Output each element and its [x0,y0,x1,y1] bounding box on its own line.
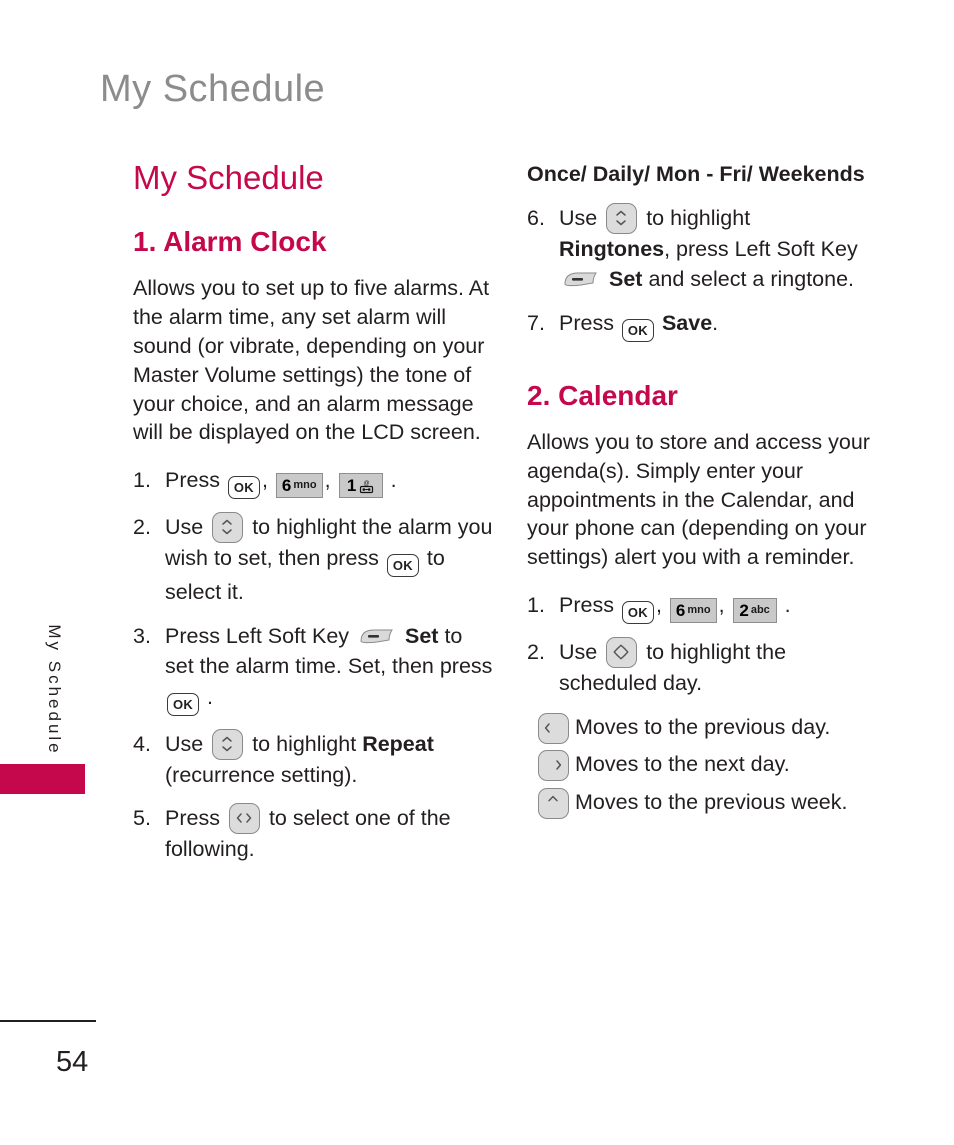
list-item-text: Moves to the next day. [575,752,790,777]
2-abc-key-icon: 2 abc [732,598,777,623]
step-text: Press [559,310,614,335]
step-number: 3. [133,623,151,648]
step-text: Press Left Soft Key [165,623,350,648]
step-item: 2. Use to highlight the alarm you wish t… [133,512,493,608]
four-way-nav-key-icon [606,637,638,668]
step-number: 4. [133,731,151,756]
list-item-text: Moves to the previous day. [575,714,831,739]
step-item: 7. Press OK Save. [527,308,887,342]
up-down-nav-key-icon [212,728,244,760]
step-number: 2. [133,515,151,540]
step-number: 5. [133,806,151,831]
step-bold-label: Repeat [362,731,434,756]
step-bold-label: Ringtones [559,236,665,261]
voicemail-glyph-icon: @ [359,476,374,494]
step-number: 1. [133,468,151,493]
step-text: Use [559,640,598,664]
list-item-text: Moves to the previous week. [575,789,848,814]
step-text: Press [165,806,220,831]
step-number: 6. [527,205,545,230]
step-item: 1. Press OK, 6 mno, 2 abc . [527,590,887,624]
list-item: Moves to the previous week. [527,787,887,819]
1-voicemail-key-icon: 1 @ [338,473,383,499]
step-text-end: (recurrence setting). [165,762,358,787]
step-text-mid: to highlight [252,731,357,756]
step-text-end: and select a ringtone. [648,267,855,292]
running-head: My Schedule [100,68,326,110]
up-down-nav-key-icon [606,202,638,234]
heading-alarm-clock: 1. Alarm Clock [133,226,327,258]
calendar-steps: 1. Press OK, 6 mno, 2 abc . 2. Use to high… [527,590,887,699]
comma: , [261,468,268,493]
step-number: 2. [527,640,545,664]
left-right-nav-key-icon [228,803,260,835]
comma: , [718,593,725,617]
alarm-clock-steps-continued: 6. Use to highlight Ringtones, press Lef… [527,202,887,342]
step-item: 1. Press OK, 6 mno, 1 @ . [133,465,493,500]
left-arrow-nav-key-icon [535,712,572,753]
left-column: My Schedule 1. Alarm Clock Allows you to… [133,159,493,878]
comma: , [655,593,662,617]
list-item: Moves to the previous day. [527,712,887,744]
6-mno-key-icon: 6 mno [669,598,717,623]
side-tab-label: My Schedule [45,624,64,756]
step-bold-label: Save [661,310,713,335]
ok-key-icon: OK [621,601,654,624]
right-column: Once/ Daily/ Mon - Fri/ Weekends 6. Use … [527,160,887,824]
ok-key-icon: OK [227,476,260,500]
calendar-nav-key-list: Moves to the previous day. Moves to the … [527,712,887,819]
step-text: Use [165,515,204,540]
repeat-options-line: Once/ Daily/ Mon - Fri/ Weekends [527,162,865,186]
step-bold-label: Set [405,623,439,648]
step-text-end: . [784,593,791,617]
heading-calendar: 2. Calendar [527,379,678,411]
ok-key-icon: OK [167,692,199,716]
alarm-clock-intro: Allows you to set up to five alarms. At … [133,276,490,445]
step-text-end: . [206,684,213,709]
step-item: 4. Use to highlight Repeat (recurrence s… [133,728,493,791]
footer-divider [0,1020,96,1022]
up-arrow-nav-key-icon [535,787,572,828]
alarm-clock-steps: 1. Press OK, 6 mno, 1 @ . 2. Use to highli… [133,465,493,865]
page-number: 54 [56,1046,89,1078]
up-down-nav-key-icon [212,512,244,544]
ok-key-icon: OK [621,318,654,342]
6-mno-key-icon: 6 mno [275,473,323,499]
list-item: Moves to the next day. [527,749,887,782]
page-title: My Schedule [133,159,324,196]
step-text-end: . [390,468,397,493]
step-number: 7. [527,310,545,335]
right-arrow-nav-key-icon [535,750,572,790]
step-number: 1. [527,593,545,617]
step-text: Use [559,205,598,230]
step-text-mid: to highlight [646,205,751,230]
step-text-mid2: , press Left Soft Key [664,236,858,261]
comma: , [324,468,331,493]
step-text: Use [165,731,204,756]
step-bold-label-2: Set [608,267,643,292]
step-text: Press [165,468,220,493]
step-item: 2. Use to highlight the scheduled day. [527,637,887,699]
calendar-intro: Allows you to store and access your agen… [527,430,870,570]
step-item: 5. Press to select one of the following. [133,803,493,865]
step-text: Press [559,593,614,617]
step-text-end: . [712,310,719,335]
side-tab-marker [0,764,85,794]
ok-key-icon: OK [386,554,419,578]
step-item: 6. Use to highlight Ringtones, press Lef… [527,202,887,295]
left-soft-key-icon [563,270,599,290]
step-item: 3. Press Left Soft Key Set to set the al… [133,621,493,716]
left-soft-key-icon [359,627,395,647]
